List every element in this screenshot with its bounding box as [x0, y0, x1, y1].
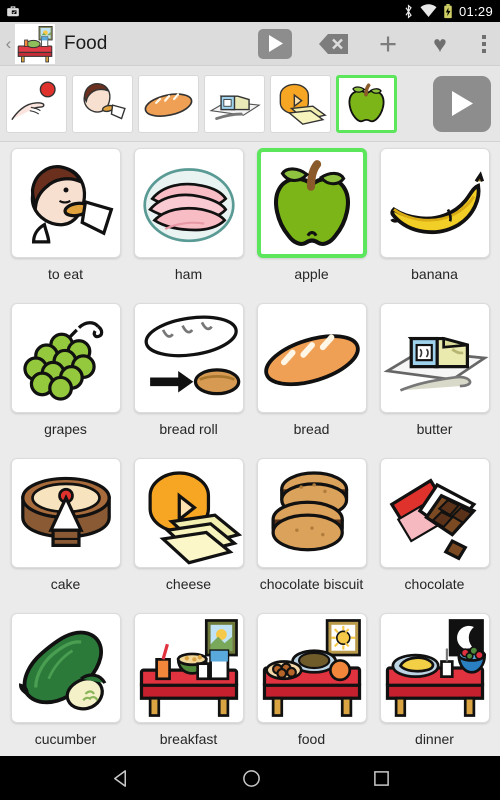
- nav-home-button[interactable]: [242, 769, 261, 788]
- overflow-dot: [482, 34, 486, 39]
- overflow-dot: [482, 48, 486, 53]
- symbol-card[interactable]: [133, 148, 244, 258]
- grid-cell-apple[interactable]: apple: [250, 148, 373, 303]
- cell-label: cheese: [165, 576, 212, 592]
- cell-label: chocolate: [404, 576, 465, 592]
- banana-icon: [389, 171, 484, 234]
- app-root: 01:29 ‹ Food + ♥ to eat ham apple banana…: [0, 0, 500, 800]
- status-bar-clock: 01:29: [458, 3, 493, 19]
- symbol-card[interactable]: [133, 458, 244, 568]
- grid-cell-food[interactable]: food: [250, 613, 373, 768]
- symbol-card[interactable]: [10, 303, 121, 413]
- apple-icon: [273, 160, 350, 246]
- symbol-card[interactable]: [133, 613, 244, 723]
- cell-label: dinner: [415, 731, 454, 747]
- symbol-card[interactable]: [379, 613, 490, 723]
- cell-label: to eat: [47, 266, 84, 282]
- dinner-icon: [385, 619, 486, 717]
- cucumber-icon: [18, 630, 106, 711]
- status-bar-left-icons: [6, 4, 20, 18]
- symbol-card[interactable]: [379, 303, 490, 413]
- sentence-item-apple[interactable]: [336, 74, 397, 133]
- symbol-grid: to eat ham apple banana grapes bread rol…: [0, 142, 500, 768]
- back-chevron-icon[interactable]: ‹: [2, 35, 15, 52]
- cell-label: food: [297, 731, 326, 747]
- cell-label: bread: [293, 421, 330, 437]
- cell-label: grapes: [44, 421, 87, 437]
- grid-cell-bread-roll[interactable]: bread roll: [127, 303, 250, 458]
- sentence-item-cheese[interactable]: [270, 74, 331, 133]
- grid-cell-chocolate[interactable]: chocolate: [373, 458, 496, 613]
- sentence-bar-play-button[interactable]: [433, 75, 491, 132]
- grid-cell-cake[interactable]: cake: [4, 458, 127, 613]
- cell-label: banana: [411, 266, 458, 282]
- favorite-button[interactable]: ♥: [424, 32, 456, 55]
- grid-cell-dinner[interactable]: dinner: [373, 613, 496, 768]
- grid-cell-ham[interactable]: ham: [127, 148, 250, 303]
- grid-cell-chocolate-biscuit[interactable]: chocolate biscuit: [250, 458, 373, 613]
- butter-icon: [382, 336, 489, 392]
- breakfast-icon: [139, 619, 238, 717]
- status-bar: 01:29: [0, 0, 500, 22]
- cake-icon: [20, 476, 111, 548]
- page-title: Food: [64, 32, 108, 54]
- nav-recents-button[interactable]: [373, 770, 390, 787]
- cell-label: cucumber: [34, 731, 97, 747]
- grid-cell-cheese[interactable]: cheese: [127, 458, 250, 613]
- sentence-bar: [0, 66, 500, 142]
- symbol-card[interactable]: [10, 613, 121, 723]
- nav-back-button[interactable]: [111, 769, 130, 788]
- android-navigation-bar: [0, 756, 500, 800]
- to-eat-icon: [30, 165, 113, 244]
- chocolate-icon: [389, 478, 477, 561]
- add-button[interactable]: +: [370, 28, 406, 59]
- sentence-item-hand-ball[interactable]: [6, 74, 67, 133]
- briefcase-icon: [6, 4, 20, 18]
- sentence-item-bread[interactable]: [138, 74, 199, 133]
- cell-label: breakfast: [159, 731, 218, 747]
- speak-button[interactable]: [258, 28, 292, 59]
- symbol-card[interactable]: [256, 613, 367, 723]
- cell-label: chocolate biscuit: [259, 576, 364, 592]
- symbol-card[interactable]: [10, 458, 121, 568]
- symbol-card[interactable]: [379, 148, 490, 258]
- symbol-card[interactable]: [379, 458, 490, 568]
- overflow-dot: [482, 41, 486, 46]
- sentence-item-to-eat[interactable]: [72, 74, 133, 133]
- cheese-icon: [148, 471, 242, 565]
- bluetooth-icon: [403, 3, 414, 19]
- grid-cell-grapes[interactable]: grapes: [4, 303, 127, 458]
- sentence-bar-items: [6, 74, 397, 133]
- symbol-card-selected[interactable]: [256, 148, 367, 258]
- app-thumbnail-icon[interactable]: [15, 23, 55, 64]
- bread-roll-icon: [144, 315, 240, 396]
- food-icon: [262, 619, 361, 717]
- symbol-card[interactable]: [133, 303, 244, 413]
- overflow-menu-button[interactable]: [474, 34, 494, 53]
- grid-cell-breakfast[interactable]: breakfast: [127, 613, 250, 768]
- app-toolbar: ‹ Food + ♥: [0, 22, 500, 66]
- grid-cell-bread[interactable]: bread: [250, 303, 373, 458]
- symbol-card[interactable]: [256, 458, 367, 568]
- grid-cell-to-eat[interactable]: to eat: [4, 148, 127, 303]
- grid-cell-banana[interactable]: banana: [373, 148, 496, 303]
- cell-label: cake: [50, 576, 81, 592]
- chocolate-biscuit-icon: [271, 471, 348, 552]
- sentence-item-butter[interactable]: [204, 74, 265, 133]
- cell-label: apple: [294, 266, 329, 282]
- status-bar-right-icons: 01:29: [403, 3, 493, 19]
- bread-icon: [263, 334, 360, 387]
- symbol-card[interactable]: [256, 303, 367, 413]
- cell-label: ham: [174, 266, 203, 282]
- cell-label: butter: [416, 421, 453, 437]
- ham-icon: [142, 168, 235, 243]
- battery-charging-icon: [443, 3, 453, 19]
- grapes-icon: [22, 321, 103, 401]
- backspace-button[interactable]: [314, 33, 354, 55]
- grid-cell-cucumber[interactable]: cucumber: [4, 613, 127, 768]
- cell-label: bread roll: [159, 421, 218, 437]
- wifi-icon: [420, 4, 437, 18]
- grid-cell-butter[interactable]: butter: [373, 303, 496, 458]
- symbol-card[interactable]: [10, 148, 121, 258]
